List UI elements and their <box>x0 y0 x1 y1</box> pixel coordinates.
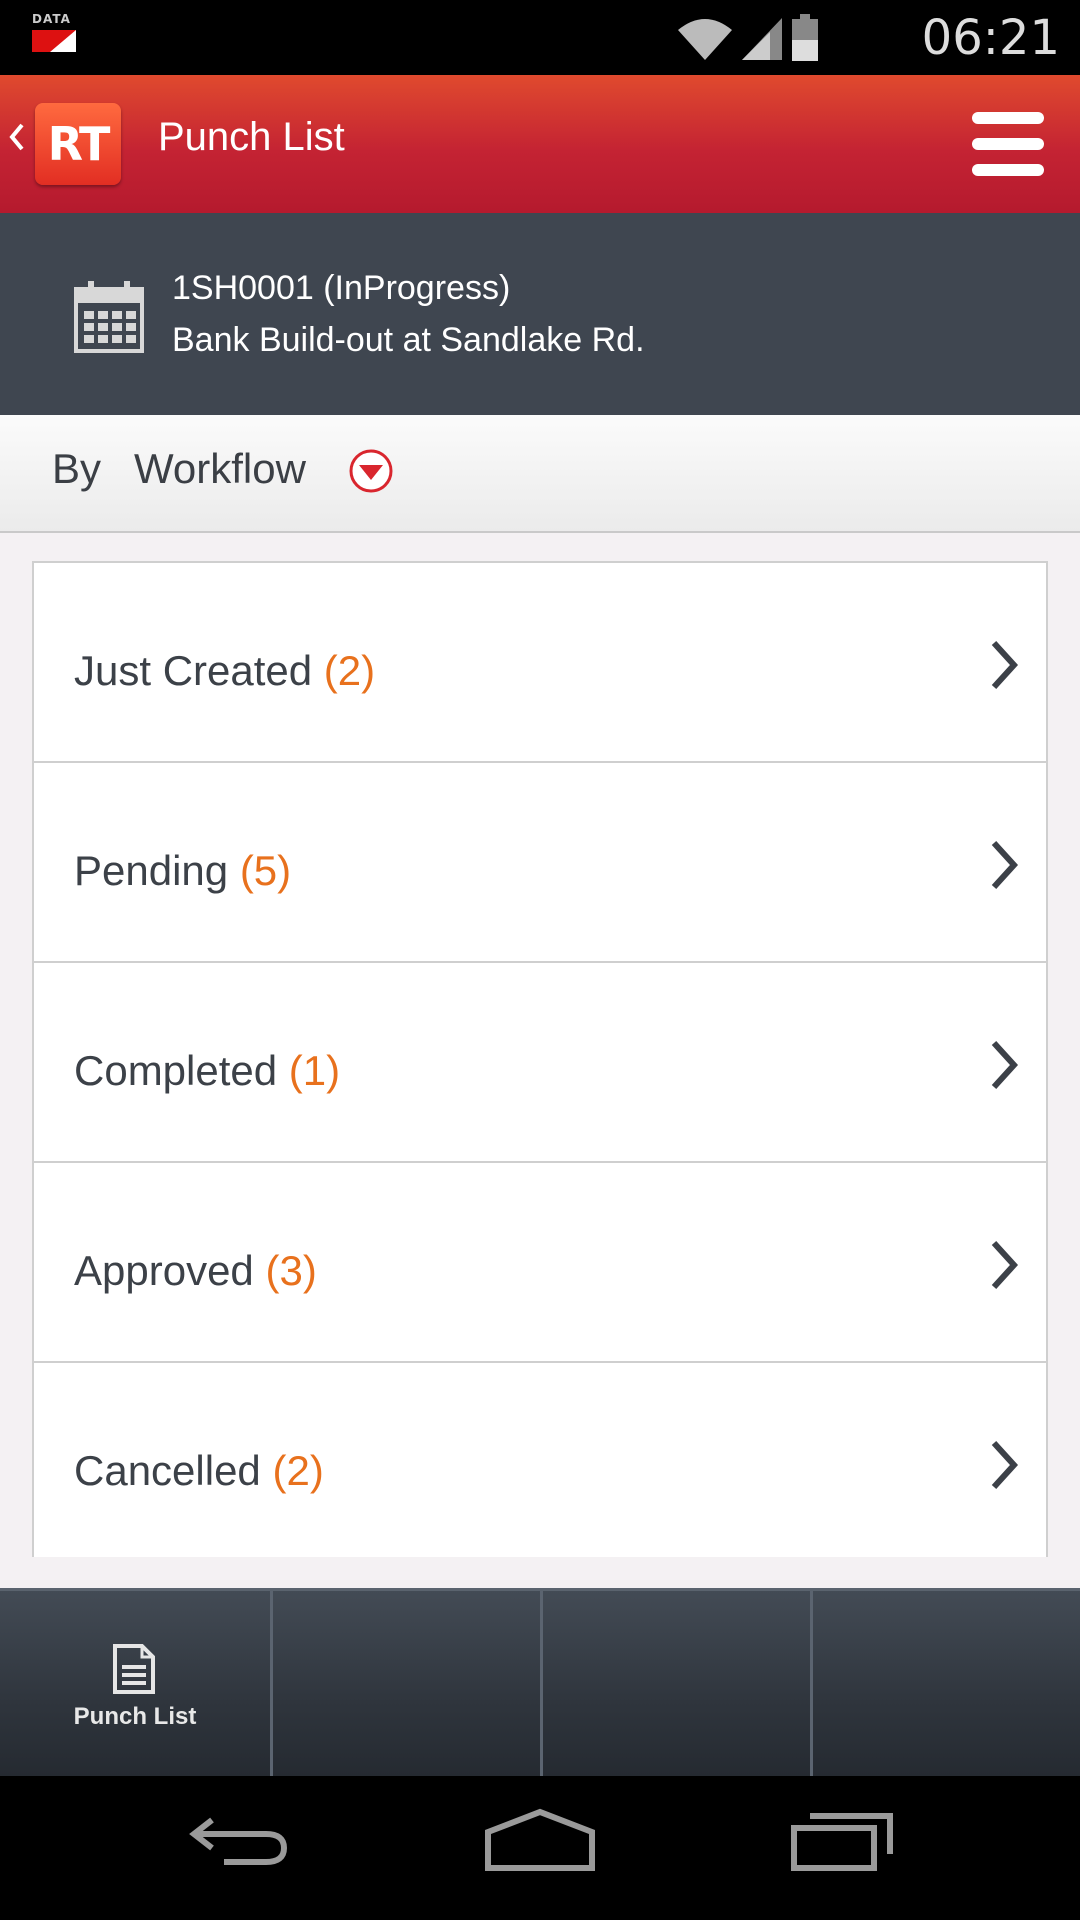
menu-button[interactable] <box>972 108 1044 180</box>
list-item-just-created[interactable]: Just Created (2) <box>34 563 1046 763</box>
list-item-label: Pending (5) <box>74 847 292 894</box>
filter-prefix: By <box>52 445 102 492</box>
home-nav-icon[interactable] <box>484 1806 596 1876</box>
battery-icon <box>792 14 818 61</box>
list-item-count: (3) <box>265 1247 317 1294</box>
app-header: RT Punch List <box>0 75 1080 213</box>
filter-bar: By Workflow <box>0 415 1080 533</box>
wifi-icon <box>678 19 732 60</box>
status-bar: DATA 06:21 <box>0 0 1080 75</box>
list-item-count: (2) <box>323 647 376 694</box>
status-icons <box>676 12 820 62</box>
system-nav-bar <box>0 1776 1080 1920</box>
filter-value[interactable]: Workflow <box>134 445 306 493</box>
back-nav-icon[interactable] <box>188 1806 290 1876</box>
list-item-approved[interactable]: Approved (3) <box>34 1163 1046 1363</box>
calendar-icon <box>74 281 144 353</box>
project-name: Bank Build-out at Sandlake Rd. <box>172 321 645 359</box>
list-item-label: Approved (3) <box>74 1247 317 1294</box>
page-title: Punch List <box>158 115 345 159</box>
list-item-label: Just Created (2) <box>74 647 376 694</box>
app-logo[interactable]: RT <box>35 103 121 185</box>
tab-punch-list[interactable]: Punch List <box>0 1591 270 1779</box>
list-item-pending[interactable]: Pending (5) <box>34 763 1046 963</box>
list-item-completed[interactable]: Completed (1) <box>34 963 1046 1163</box>
dropdown-arrow-icon <box>349 449 393 493</box>
data-label: DATA <box>32 12 71 26</box>
clock: 06:21 <box>921 10 1060 66</box>
list-item-count: (1) <box>288 1047 341 1094</box>
bottom-tab-bar: Punch List <box>0 1588 1080 1779</box>
chevron-right-icon <box>991 1440 1018 1490</box>
list-item-count: (2) <box>272 1447 324 1494</box>
chevron-right-icon <box>991 1240 1018 1290</box>
workflow-list: Just Created (2) Pending (5) Completed (… <box>32 561 1048 1557</box>
signal-icon <box>742 18 782 60</box>
chevron-right-icon <box>991 640 1018 690</box>
back-icon[interactable] <box>6 117 26 157</box>
document-icon <box>113 1644 155 1694</box>
list-item-cancelled[interactable]: Cancelled (2) <box>34 1363 1046 1557</box>
tab-empty-4[interactable] <box>813 1591 1080 1779</box>
tab-empty-3[interactable] <box>543 1591 813 1779</box>
tab-label: Punch List <box>73 1703 197 1730</box>
list-item-label: Completed (1) <box>74 1047 341 1094</box>
data-indicator: DATA <box>30 10 80 60</box>
chevron-right-icon <box>991 840 1018 890</box>
project-id-status: 1SH0001 (InProgress) <box>172 269 511 307</box>
list-item-label: Cancelled (2) <box>74 1447 324 1494</box>
project-banner: 1SH0001 (InProgress) Bank Build-out at S… <box>0 213 1080 415</box>
tab-empty-2[interactable] <box>273 1591 543 1779</box>
list-item-count: (5) <box>239 847 292 894</box>
data-transfer-icon <box>32 30 76 52</box>
chevron-right-icon <box>991 1040 1018 1090</box>
recents-nav-icon[interactable] <box>790 1806 896 1876</box>
filter-dropdown-button[interactable] <box>348 448 394 494</box>
